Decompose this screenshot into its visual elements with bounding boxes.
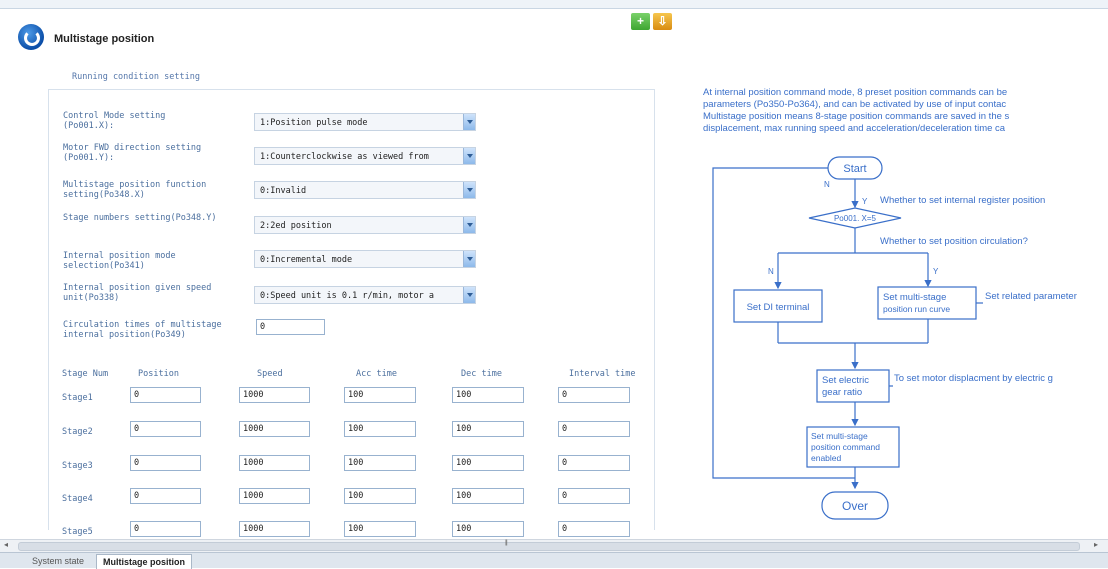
flowchart: Start Po001. X=5 N Y Whether to set inte… — [712, 156, 1077, 520]
flow-question-2: Whether to set position circulation? — [880, 236, 1028, 247]
scroll-right-icon[interactable]: ▸ — [1094, 540, 1098, 549]
scroll-left-icon[interactable]: ◂ — [4, 540, 8, 549]
flow-curve-line-1: Set multi-stage — [883, 292, 946, 303]
scrollbar-thumb[interactable] — [18, 542, 1080, 551]
flow-di-label: Set DI terminal — [747, 302, 810, 313]
flow-over-label: Over — [842, 499, 868, 513]
flow-question-1: Whether to set internal register positio… — [880, 195, 1045, 206]
flow-start-label: Start — [843, 163, 866, 175]
flow-n-label: N — [768, 267, 774, 276]
flow-gear-line-1: Set electric — [822, 375, 869, 386]
flow-enable-line-3: enabled — [811, 453, 842, 463]
flow-curve-line-2: position run curve — [883, 304, 950, 314]
vertical-scrollbar[interactable] — [1097, 160, 1108, 540]
tab-bar: System state Multistage position — [0, 552, 1108, 569]
flow-y-label: Y — [933, 267, 939, 276]
flow-gear-line-2: gear ratio — [822, 387, 862, 398]
flow-enable-line-2: position command — [811, 442, 880, 452]
flow-gear-note: To set motor displacment by electric g — [894, 373, 1053, 384]
flow-decision-label: Po001. X=5 — [834, 214, 877, 223]
tab-system-state[interactable]: System state — [26, 554, 90, 568]
flow-n-label: N — [824, 180, 830, 189]
flow-curve-note: Set related parameter — [985, 291, 1077, 302]
horizontal-scrollbar[interactable]: ◂ ||| ▸ — [0, 539, 1108, 552]
flow-y-label: Y — [862, 197, 868, 206]
scrollbar-grip-icon: ||| — [505, 540, 508, 546]
flow-enable-line-1: Set multi-stage — [811, 431, 868, 441]
